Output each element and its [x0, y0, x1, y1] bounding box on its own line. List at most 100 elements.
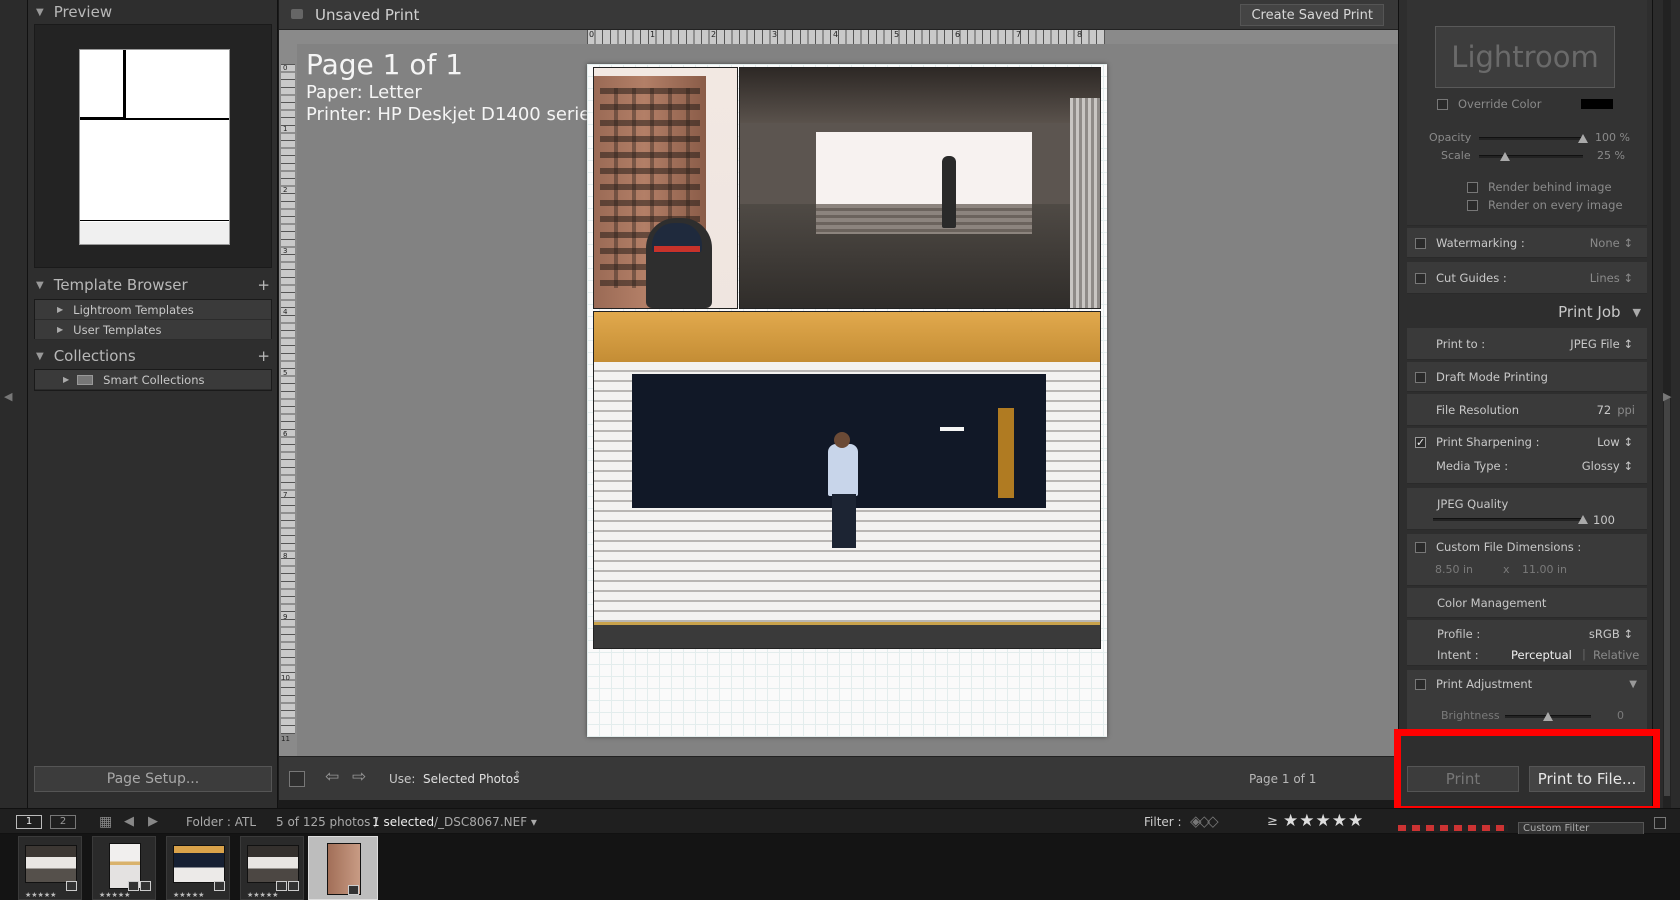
print-title-bar: Unsaved Print Create Saved Print	[279, 0, 1398, 30]
render-every-row[interactable]: Render on every image	[1467, 198, 1623, 212]
watermarking-label: Watermarking :	[1436, 236, 1525, 250]
brightness-slider-thumb[interactable]	[1543, 712, 1553, 721]
ruler-tick-label: 3	[283, 247, 288, 255]
draft-mode-row[interactable]: Draft Mode Printing	[1407, 362, 1647, 392]
horizontal-ruler: 0 1 2 3 4 5 6 7 8	[279, 30, 1398, 44]
watermarking-select[interactable]: None ↕	[1590, 236, 1633, 250]
screen-2-button[interactable]: 2	[50, 815, 76, 829]
file-resolution-unit: ppi	[1617, 403, 1635, 417]
profile-select[interactable]: sRGB ↕	[1589, 627, 1633, 641]
render-behind-row[interactable]: Render behind image	[1467, 180, 1612, 194]
collapse-triangle-icon[interactable]: ▼	[1629, 679, 1637, 690]
filmstrip-thumb[interactable]: ★★★★★	[166, 836, 230, 900]
collapse-right-arrow-icon[interactable]: ▶	[1663, 390, 1671, 403]
photo-window-light	[816, 132, 1032, 204]
custom-height-field[interactable]: 11.00 in	[1522, 563, 1567, 576]
expand-triangle-icon[interactable]: ▶	[63, 375, 69, 384]
create-saved-print-button[interactable]: Create Saved Print	[1240, 4, 1384, 26]
file-resolution-row[interactable]: File Resolution 72 ppi	[1407, 394, 1647, 426]
jpeg-quality-slider-thumb[interactable]	[1578, 515, 1588, 524]
draft-mode-label: Draft Mode Printing	[1436, 370, 1548, 384]
cut-guides-select[interactable]: Lines ↕	[1590, 271, 1633, 285]
opacity-slider-thumb[interactable]	[1578, 134, 1588, 143]
expand-triangle-icon[interactable]: ▶	[57, 325, 63, 334]
cut-guides-label: Cut Guides :	[1436, 271, 1507, 285]
forward-arrow-icon[interactable]: ▶	[148, 814, 158, 829]
render-behind-checkbox[interactable]	[1467, 181, 1478, 193]
filmstrip-thumb[interactable]: ★★★★★	[240, 836, 304, 900]
use-chevron-icon[interactable]: ⇕	[513, 770, 521, 781]
cut-guides-checkbox[interactable]	[1415, 272, 1426, 284]
print-page[interactable]	[587, 64, 1107, 737]
use-selector[interactable]: Selected Photos	[423, 772, 519, 786]
preview-header[interactable]: ▼ Preview	[28, 0, 278, 24]
photo-cell-garage[interactable]	[739, 67, 1101, 309]
watermarking-checkbox[interactable]	[1415, 237, 1426, 249]
flag-filter-icon[interactable]: ◈◇◇	[1190, 812, 1219, 830]
filmstrip-thumb[interactable]: ★★★★★	[92, 836, 156, 900]
identity-plate[interactable]: Lightroom	[1435, 26, 1615, 88]
add-collection-icon[interactable]: +	[257, 347, 270, 365]
collapse-left-arrow-icon[interactable]: ◀	[4, 390, 12, 403]
collapse-triangle-icon[interactable]: ▼	[36, 280, 44, 291]
print-adjustment-checkbox[interactable]	[1415, 678, 1426, 690]
template-item-user[interactable]: ▶ User Templates	[35, 320, 271, 340]
next-page-arrow-icon[interactable]: ⇨	[352, 767, 366, 787]
intent-perceptual-option[interactable]: Perceptual	[1511, 648, 1572, 662]
brightness-label: Brightness	[1441, 709, 1500, 722]
override-color-checkbox[interactable]	[1437, 98, 1448, 110]
overlays-section: Lightroom Override Color Opacity 100 % S…	[1407, 0, 1647, 226]
color-label-filter[interactable]	[1398, 825, 1508, 831]
custom-dimensions-checkbox[interactable]	[1415, 541, 1426, 553]
back-arrow-icon[interactable]: ◀	[124, 814, 134, 829]
override-color-row[interactable]: Override Color	[1437, 97, 1541, 111]
print-to-row[interactable]: Print to : JPEG File ↕	[1407, 328, 1647, 360]
photo-cell-tower[interactable]	[593, 67, 738, 309]
watermarking-row[interactable]: Watermarking : None ↕	[1407, 228, 1647, 258]
jpeg-quality-value[interactable]: 100	[1593, 513, 1615, 527]
template-browser-header[interactable]: ▼ Template Browser +	[28, 273, 278, 297]
override-color-swatch[interactable]	[1581, 99, 1613, 109]
filter-lock-icon[interactable]	[1654, 817, 1666, 829]
filmstrip-thumb[interactable]: ★★★★★	[18, 836, 82, 900]
collapse-triangle-icon[interactable]: ▼	[36, 7, 44, 18]
opacity-slider[interactable]	[1479, 137, 1583, 140]
left-panel-edge[interactable]: ◀	[0, 0, 28, 808]
media-type-select[interactable]: Glossy ↕	[1582, 459, 1633, 473]
collapse-triangle-icon[interactable]: ▼	[1633, 306, 1641, 319]
template-item-lightroom[interactable]: ▶ Lightroom Templates	[35, 300, 271, 320]
expand-triangle-icon[interactable]: ▶	[57, 305, 63, 314]
draft-mode-checkbox[interactable]	[1415, 371, 1426, 383]
add-template-icon[interactable]: +	[257, 276, 270, 294]
page-setup-button[interactable]: Page Setup...	[34, 766, 272, 792]
cut-guides-row[interactable]: Cut Guides : Lines ↕	[1407, 262, 1647, 294]
scale-slider[interactable]	[1479, 155, 1583, 158]
jpeg-quality-slider[interactable]	[1433, 518, 1583, 521]
screen-1-button[interactable]: 1	[16, 815, 42, 829]
photo-cell-sitting[interactable]	[593, 311, 1101, 649]
thumb-stars: ★★★★★	[99, 891, 131, 899]
rating-operator[interactable]: ≥	[1267, 814, 1278, 829]
print-job-header[interactable]: Print Job ▼	[1399, 298, 1653, 326]
print-sharpening-checkbox[interactable]: ✓	[1415, 436, 1426, 448]
collapse-triangle-icon[interactable]: ▼	[36, 351, 44, 362]
scale-slider-thumb[interactable]	[1500, 152, 1510, 161]
page-count: Page 1 of 1	[1249, 772, 1317, 786]
folder-label[interactable]: Folder : ATL	[186, 815, 256, 829]
print-to-select[interactable]: JPEG File ↕	[1570, 337, 1633, 351]
file-resolution-value[interactable]: 72	[1597, 403, 1612, 417]
right-scrollbar-thumb[interactable]	[1664, 396, 1670, 796]
filmstrip-thumb-selected[interactable]	[308, 836, 378, 900]
grid-view-icon[interactable]: ▦	[99, 814, 112, 830]
rating-filter-stars[interactable]: ★★★★★	[1283, 811, 1364, 831]
selected-filename[interactable]: /_DSC8067.NEF ▾	[434, 815, 537, 829]
print-sharpening-select[interactable]: Low ↕	[1597, 435, 1633, 449]
right-panel-edge[interactable]: ▶	[1652, 0, 1680, 808]
intent-relative-option[interactable]: Relative	[1593, 648, 1639, 662]
page-bounds-checkbox[interactable]	[289, 771, 305, 787]
prev-page-arrow-icon[interactable]: ⇦	[325, 767, 339, 787]
collection-item-smart[interactable]: ▶ Smart Collections	[35, 370, 271, 390]
collections-header[interactable]: ▼ Collections +	[28, 344, 278, 368]
render-every-checkbox[interactable]	[1467, 199, 1478, 211]
custom-width-field[interactable]: 8.50 in	[1435, 563, 1473, 576]
